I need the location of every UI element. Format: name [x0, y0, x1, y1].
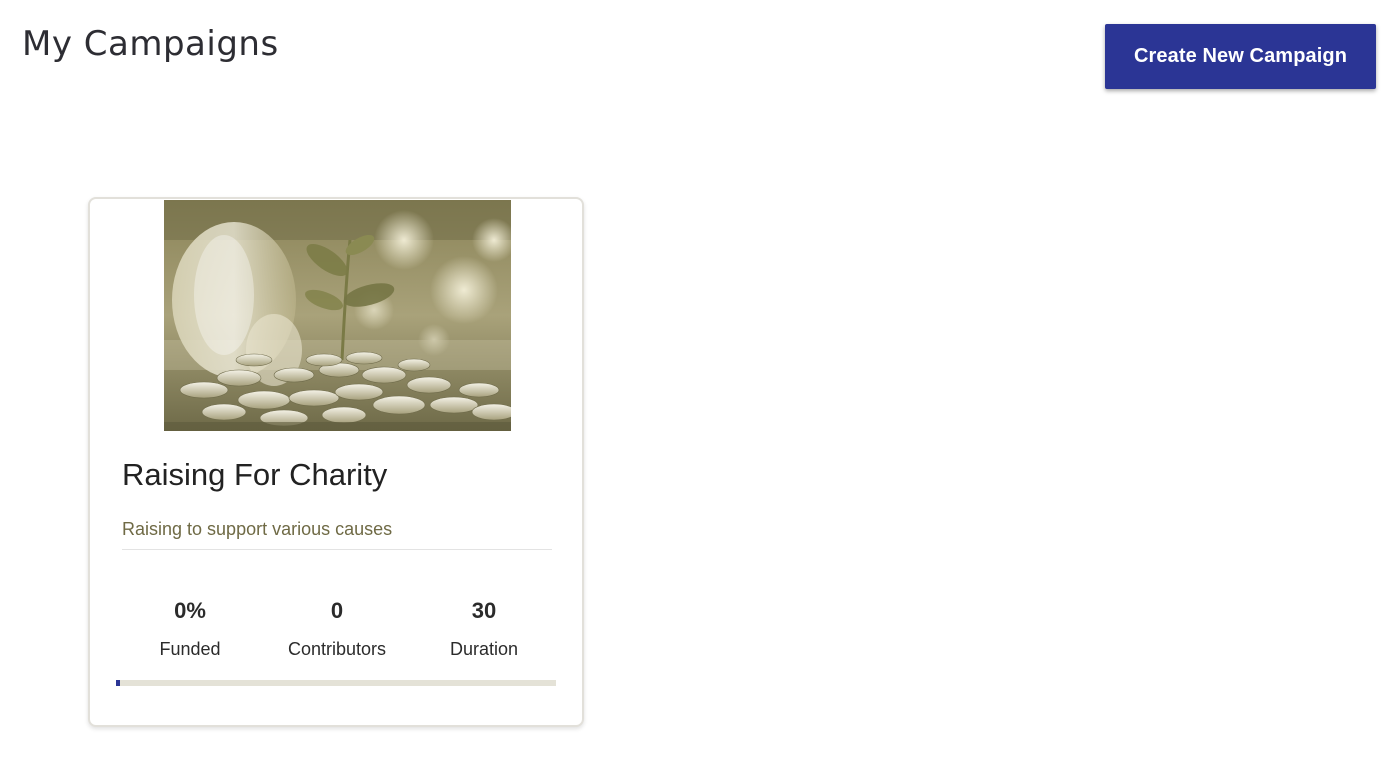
page-title: My Campaigns: [22, 24, 279, 64]
duration-value: 30: [471, 598, 497, 623]
campaign-title[interactable]: Raising For Charity: [122, 457, 387, 493]
card-divider: [122, 549, 552, 550]
stat-funded: 0% Funded: [115, 597, 265, 661]
campaign-image: [164, 200, 511, 431]
campaign-description: Raising to support various causes: [122, 519, 393, 539]
campaign-card[interactable]: Raising For Charity Raising to support v…: [88, 197, 584, 727]
funding-progress-bar: [116, 680, 556, 686]
contributors-label: Contributors: [287, 639, 387, 659]
duration-label: Duration: [449, 639, 519, 659]
stat-duration: 30 Duration: [409, 597, 559, 661]
contributors-value: 0: [330, 598, 344, 623]
funded-label: Funded: [159, 639, 221, 659]
create-new-campaign-button[interactable]: Create New Campaign: [1105, 24, 1376, 89]
stat-contributors: 0 Contributors: [262, 597, 412, 661]
funded-value: 0%: [174, 598, 206, 623]
funding-progress-fill: [116, 680, 120, 686]
